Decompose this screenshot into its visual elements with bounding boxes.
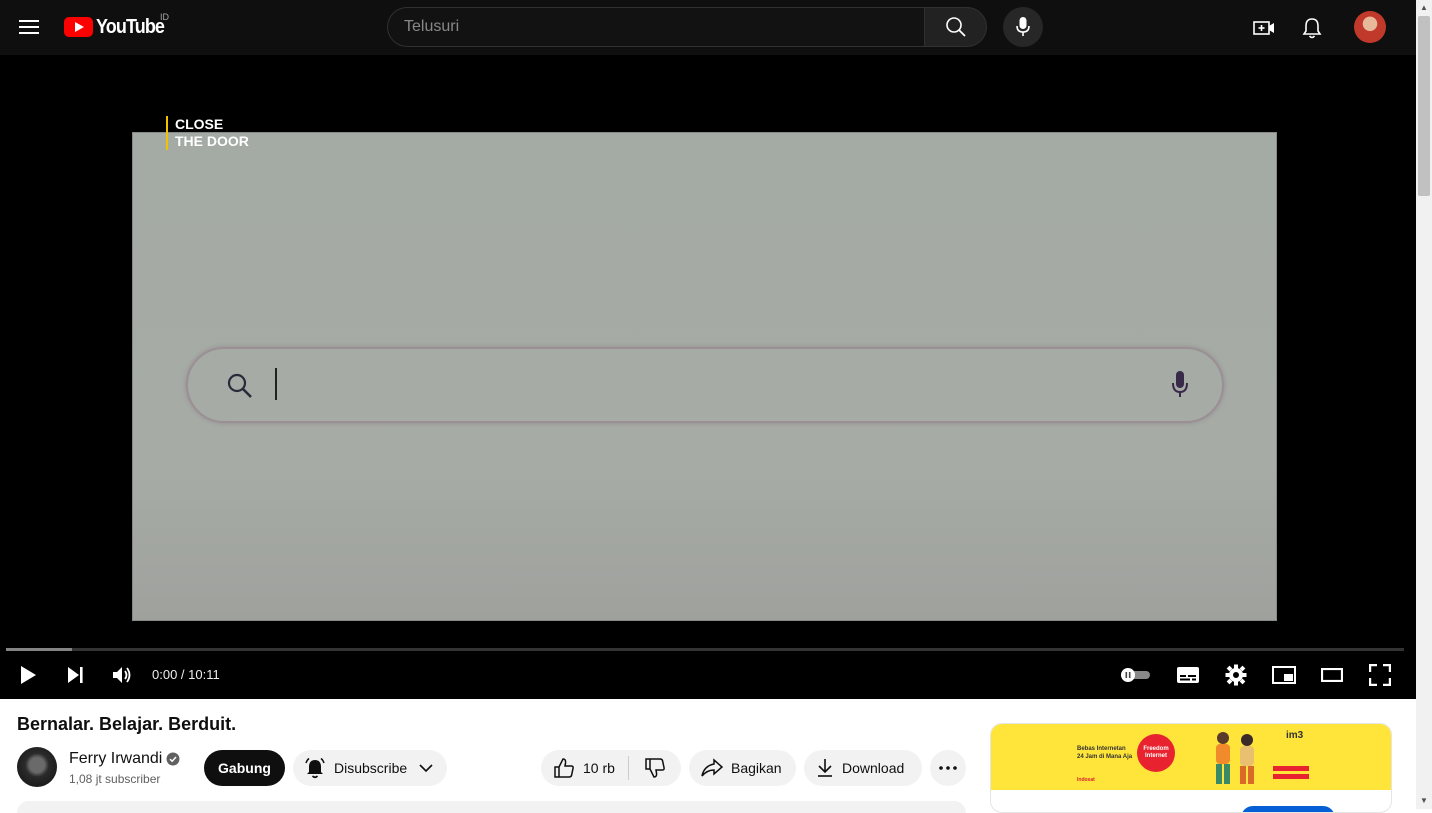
- watermark-line1: CLOSE: [175, 116, 224, 132]
- channel-watermark: CLOSE THE DOOR: [166, 116, 249, 150]
- video-title: Bernalar. Belajar. Berduit.: [17, 714, 237, 734]
- description-box[interactable]: [17, 801, 966, 813]
- theater-mode-button[interactable]: [1318, 661, 1346, 689]
- miniplayer-icon: [1272, 666, 1296, 684]
- ad-headline-line1: Bebas Internetan: [1077, 746, 1126, 752]
- ad-headline-line2: 24 Jam di Mana Aja: [1077, 754, 1133, 760]
- ad-badge: Freedom Internet: [1137, 734, 1175, 772]
- video-content: [132, 132, 1277, 621]
- ad-brand-logo: im3: [1286, 730, 1304, 741]
- scroll-down-icon[interactable]: ▼: [1420, 796, 1428, 805]
- subtitles-icon: [1177, 667, 1199, 683]
- download-label: Download: [842, 760, 905, 776]
- download-button[interactable]: Download: [804, 750, 922, 786]
- scroll-thumb[interactable]: [1418, 16, 1430, 196]
- ad-cta-button[interactable]: [1241, 806, 1335, 812]
- verified-badge-icon: [166, 752, 180, 766]
- ad-sponsor-logo: Indosat: [1077, 777, 1095, 783]
- ad-badge-line2: Internet: [1144, 753, 1167, 759]
- page-scrollbar[interactable]: ▲ ▼: [1416, 0, 1432, 809]
- play-icon: [21, 666, 36, 684]
- share-button[interactable]: Bagikan: [689, 750, 796, 786]
- bell-icon: [1302, 18, 1322, 39]
- channel-name[interactable]: Ferry Irwandi: [69, 750, 162, 768]
- voice-search-button[interactable]: [1003, 7, 1043, 47]
- skip-next-icon: [68, 667, 83, 683]
- thumbs-up-icon: [554, 758, 574, 778]
- ad-people-illustration: [1216, 732, 1254, 784]
- more-actions-button[interactable]: [930, 750, 966, 786]
- play-button[interactable]: [14, 661, 42, 689]
- join-button[interactable]: Gabung: [204, 750, 285, 786]
- volume-icon: [113, 667, 131, 683]
- youtube-logo[interactable]: YouTube ID: [64, 12, 172, 40]
- subscriber-count: 1,08 jt subscriber: [69, 772, 161, 786]
- ad-headline: Bebas Internetan 24 Jam di Mana Aja: [1077, 745, 1132, 761]
- next-button[interactable]: [62, 661, 88, 689]
- mute-button[interactable]: [108, 661, 136, 689]
- subscribed-label: Disubscribe: [334, 760, 408, 776]
- watermark-line2: THE DOOR: [175, 133, 249, 149]
- guide-menu-button[interactable]: [14, 12, 44, 42]
- share-label: Bagikan: [731, 760, 782, 776]
- progress-bar[interactable]: [6, 648, 1404, 651]
- text-cursor: [275, 368, 277, 400]
- subscribed-button[interactable]: Disubscribe: [293, 750, 447, 786]
- like-count: 10 rb: [583, 760, 615, 776]
- video-add-icon: [1253, 21, 1274, 35]
- like-button[interactable]: 10 rb: [541, 756, 629, 780]
- masthead: YouTube ID: [0, 0, 1416, 55]
- search-button[interactable]: [924, 7, 987, 47]
- progress-buffered: [6, 648, 72, 651]
- chevron-down-icon: [419, 764, 433, 773]
- autoplay-toggle[interactable]: [1117, 661, 1153, 689]
- fullscreen-icon: [1369, 664, 1391, 686]
- video-player[interactable]: CLOSE THE DOOR 0:00 / 10:11: [0, 55, 1416, 699]
- logo-text: YouTube: [96, 15, 165, 38]
- subtitles-button[interactable]: [1174, 661, 1202, 689]
- account-avatar[interactable]: [1354, 11, 1386, 43]
- more-horizontal-icon: [939, 766, 957, 770]
- dislike-button[interactable]: [629, 757, 681, 779]
- theater-mode-icon: [1321, 668, 1343, 682]
- search-box: [387, 7, 987, 47]
- ad-card[interactable]: Bebas Internetan 24 Jam di Mana Aja Free…: [990, 723, 1392, 813]
- hamburger-icon: [19, 20, 39, 34]
- bell-ring-icon: [305, 757, 325, 779]
- thumbs-down-icon: [645, 758, 665, 778]
- ad-banner[interactable]: Bebas Internetan 24 Jam di Mana Aja Free…: [991, 724, 1391, 790]
- notifications-button[interactable]: [1296, 12, 1328, 44]
- download-icon: [818, 759, 832, 777]
- video-microphone-icon: [1172, 371, 1188, 397]
- youtube-play-icon: [64, 17, 93, 37]
- scroll-up-icon[interactable]: ▲: [1420, 3, 1428, 12]
- create-button[interactable]: [1248, 12, 1280, 44]
- channel-avatar[interactable]: [17, 747, 57, 787]
- settings-button[interactable]: [1222, 661, 1250, 689]
- time-display: 0:00 / 10:11: [152, 667, 220, 682]
- autoplay-toggle-icon: [1121, 668, 1150, 682]
- ad-badge-line1: Freedom: [1143, 746, 1169, 752]
- search-input[interactable]: [387, 7, 924, 47]
- fullscreen-button[interactable]: [1366, 661, 1394, 689]
- miniplayer-button[interactable]: [1270, 661, 1298, 689]
- gear-icon: [1225, 664, 1247, 686]
- ad-promo-tiles: [1273, 766, 1309, 779]
- video-search-bar-graphic: [186, 347, 1224, 423]
- video-search-icon: [227, 373, 252, 398]
- share-icon: [701, 758, 723, 777]
- logo-country-code: ID: [160, 12, 169, 22]
- microphone-icon: [1016, 17, 1030, 36]
- like-dislike-group: 10 rb: [541, 750, 681, 786]
- search-icon: [945, 17, 966, 37]
